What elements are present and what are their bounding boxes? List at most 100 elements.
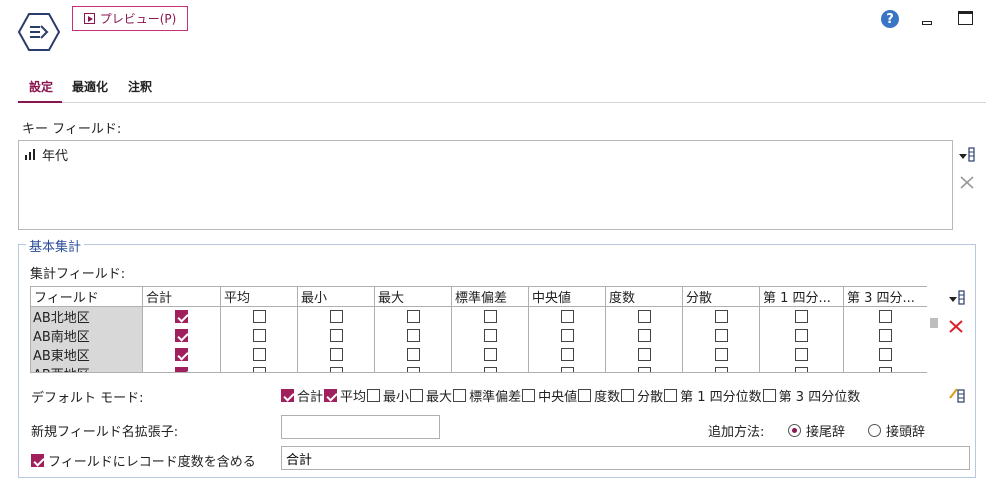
default-mode-checkbox[interactable] bbox=[410, 389, 424, 402]
column-header[interactable]: 平均 bbox=[220, 286, 298, 307]
stat-checkbox[interactable] bbox=[560, 329, 574, 342]
remove-key-icon[interactable] bbox=[958, 173, 976, 191]
default-mode-option[interactable]: 合計 bbox=[281, 386, 323, 405]
stat-checkbox[interactable] bbox=[483, 310, 497, 323]
stat-checkbox[interactable] bbox=[252, 310, 266, 323]
stat-cell bbox=[142, 364, 221, 372]
stat-checkbox[interactable] bbox=[175, 329, 188, 342]
stat-checkbox[interactable] bbox=[406, 348, 420, 361]
default-mode-checkbox[interactable] bbox=[578, 389, 592, 402]
column-header[interactable]: 最小 bbox=[297, 286, 375, 307]
key-fields-list[interactable] bbox=[18, 140, 953, 230]
table-row[interactable]: AB東地区 bbox=[30, 345, 927, 364]
stat-checkbox[interactable] bbox=[560, 367, 574, 372]
stat-checkbox[interactable] bbox=[795, 348, 808, 361]
stat-checkbox[interactable] bbox=[329, 348, 343, 361]
stat-checkbox[interactable] bbox=[175, 367, 188, 372]
stat-checkbox[interactable] bbox=[795, 329, 808, 342]
stat-checkbox[interactable] bbox=[879, 367, 892, 372]
stat-checkbox[interactable] bbox=[637, 367, 651, 372]
column-header[interactable]: 標準偏差 bbox=[451, 286, 529, 307]
stat-checkbox[interactable] bbox=[406, 329, 420, 342]
radio-prefix[interactable]: 接頭辞 bbox=[868, 421, 925, 440]
delete-agg-field-icon[interactable] bbox=[947, 317, 965, 335]
apply-default-mode-icon[interactable] bbox=[948, 386, 966, 404]
preview-button[interactable]: プレビュー(P) bbox=[72, 6, 188, 31]
column-header[interactable]: 分散 bbox=[682, 286, 760, 307]
stat-checkbox[interactable] bbox=[714, 310, 728, 323]
table-row[interactable]: AB南地区 bbox=[30, 326, 927, 345]
tab-optimization[interactable]: 最適化 bbox=[72, 78, 108, 95]
column-header[interactable]: 第 1 四分... bbox=[759, 286, 844, 307]
column-header[interactable]: 合計 bbox=[142, 286, 221, 307]
default-mode-option[interactable]: 最大 bbox=[410, 386, 452, 405]
prefix-radio[interactable] bbox=[868, 424, 881, 437]
default-mode-option[interactable]: 最小 bbox=[367, 386, 409, 405]
default-mode-checkbox[interactable] bbox=[621, 389, 635, 402]
stat-checkbox[interactable] bbox=[879, 348, 892, 361]
stat-checkbox[interactable] bbox=[795, 310, 808, 323]
stat-checkbox[interactable] bbox=[406, 310, 420, 323]
default-mode-option[interactable]: 分散 bbox=[621, 386, 663, 405]
new-field-ext-input[interactable] bbox=[281, 415, 440, 439]
stat-checkbox[interactable] bbox=[175, 310, 188, 323]
stat-checkbox[interactable] bbox=[795, 367, 808, 372]
key-field-item[interactable]: 年代 bbox=[25, 145, 68, 164]
stat-checkbox[interactable] bbox=[483, 329, 497, 342]
column-header[interactable]: 中央値 bbox=[528, 286, 606, 307]
record-count-field-input[interactable] bbox=[281, 446, 970, 470]
default-mode-checkbox[interactable] bbox=[367, 389, 381, 402]
radio-suffix[interactable]: 接尾辞 bbox=[788, 421, 845, 440]
record-count-checkbox[interactable] bbox=[31, 454, 44, 467]
default-mode-option[interactable]: 度数 bbox=[578, 386, 620, 405]
column-header[interactable]: 第 3 四分... bbox=[843, 286, 927, 307]
default-mode-checkbox[interactable] bbox=[324, 389, 338, 402]
default-mode-checkbox[interactable] bbox=[281, 389, 294, 402]
help-icon[interactable]: ? bbox=[881, 10, 899, 28]
agg-fields-table-container[interactable]: フィールド 合計 平均 最小 最大 標準偏差 中央値 度数 分散 第 1 四分.… bbox=[30, 286, 927, 373]
field-picker-icon[interactable] bbox=[958, 146, 976, 164]
stat-checkbox[interactable] bbox=[175, 348, 188, 361]
default-mode-checkbox[interactable] bbox=[453, 389, 467, 402]
default-mode-checkbox[interactable] bbox=[664, 389, 678, 402]
stat-checkbox[interactable] bbox=[879, 329, 892, 342]
stat-checkbox[interactable] bbox=[714, 329, 728, 342]
stat-checkbox[interactable] bbox=[637, 310, 651, 323]
stat-checkbox[interactable] bbox=[560, 310, 574, 323]
table-row[interactable]: AB北地区 bbox=[30, 306, 927, 326]
table-row[interactable]: AB西地区 bbox=[30, 364, 927, 372]
default-mode-checkbox[interactable] bbox=[522, 389, 536, 402]
stat-checkbox[interactable] bbox=[637, 329, 651, 342]
default-mode-option[interactable]: 第 3 四分位数 bbox=[762, 386, 860, 405]
default-mode-option[interactable]: 中央値 bbox=[522, 386, 577, 405]
table-scrollbar-thumb[interactable] bbox=[930, 318, 938, 328]
record-count-checkbox-row[interactable]: フィールドにレコード度数を含める bbox=[31, 451, 256, 470]
stat-checkbox[interactable] bbox=[406, 367, 420, 372]
tab-annotations[interactable]: 注釈 bbox=[128, 78, 152, 95]
default-mode-checkbox[interactable] bbox=[762, 389, 776, 402]
stat-checkbox[interactable] bbox=[329, 329, 343, 342]
column-header[interactable]: 度数 bbox=[605, 286, 683, 307]
stat-checkbox[interactable] bbox=[637, 348, 651, 361]
stat-checkbox[interactable] bbox=[329, 367, 343, 372]
stat-checkbox[interactable] bbox=[252, 367, 266, 372]
maximize-icon[interactable] bbox=[958, 11, 973, 25]
suffix-radio[interactable] bbox=[788, 424, 801, 437]
stat-checkbox[interactable] bbox=[329, 310, 343, 323]
add-agg-field-icon[interactable] bbox=[948, 289, 966, 307]
column-header[interactable]: フィールド bbox=[30, 286, 143, 307]
default-mode-option[interactable]: 平均 bbox=[324, 386, 366, 405]
stat-checkbox[interactable] bbox=[879, 310, 892, 323]
column-header[interactable]: 最大 bbox=[374, 286, 452, 307]
stat-checkbox[interactable] bbox=[252, 348, 266, 361]
stat-checkbox[interactable] bbox=[252, 329, 266, 342]
default-mode-option[interactable]: 第 1 四分位数 bbox=[664, 386, 762, 405]
tab-settings[interactable]: 設定 bbox=[29, 78, 53, 95]
default-mode-option[interactable]: 標準偏差 bbox=[453, 386, 521, 405]
stat-checkbox[interactable] bbox=[714, 367, 728, 372]
stat-checkbox[interactable] bbox=[483, 348, 497, 361]
stat-checkbox[interactable] bbox=[560, 348, 574, 361]
minimize-icon[interactable] bbox=[922, 11, 932, 25]
stat-checkbox[interactable] bbox=[483, 367, 497, 372]
stat-checkbox[interactable] bbox=[714, 348, 728, 361]
